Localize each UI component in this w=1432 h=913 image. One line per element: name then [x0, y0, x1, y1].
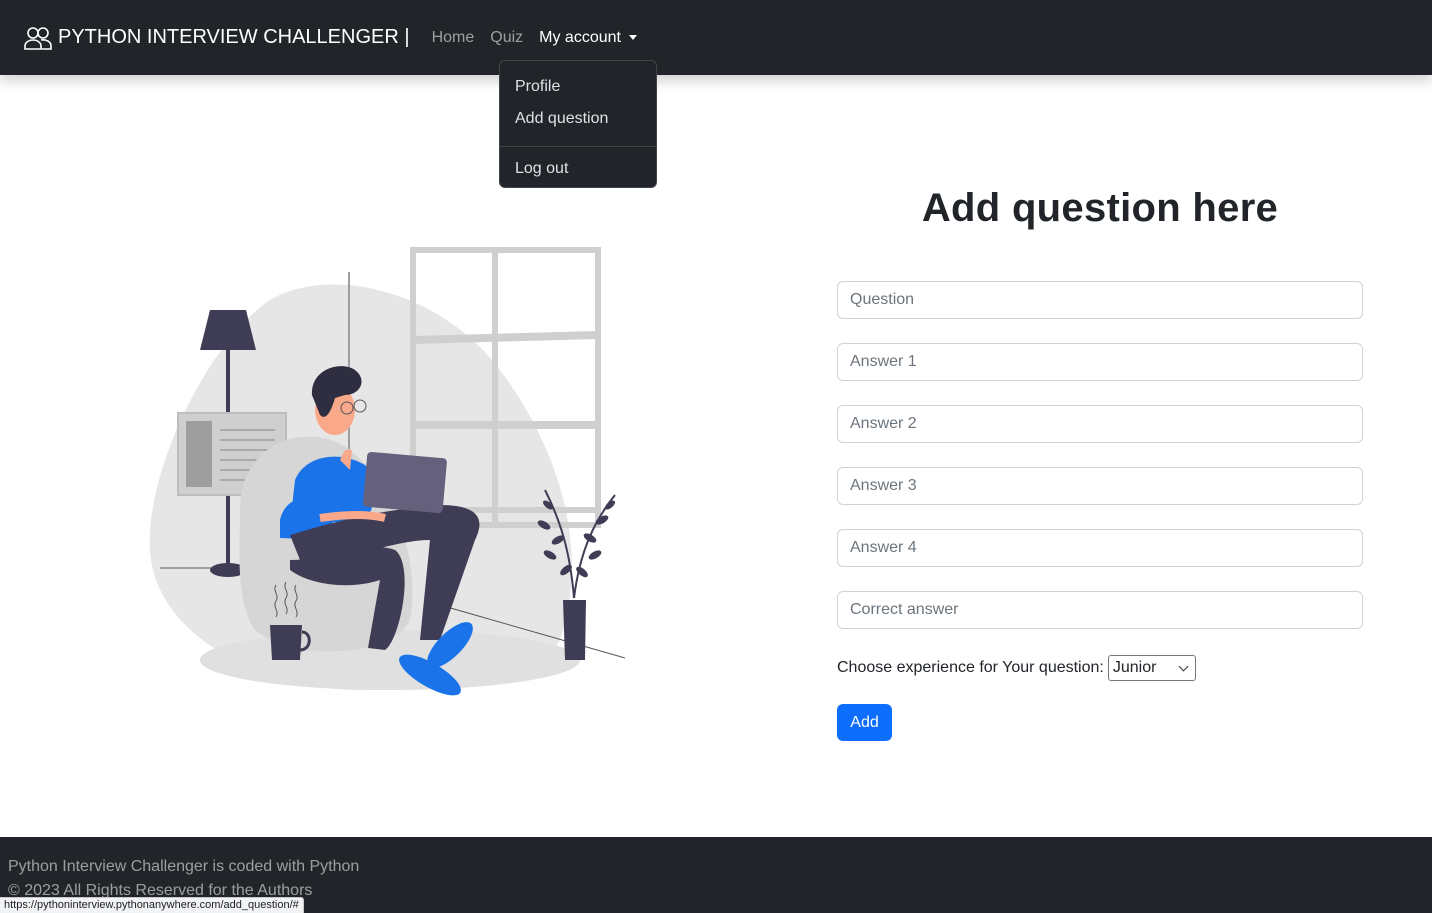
menu-item-log-out[interactable]: Log out: [500, 156, 656, 188]
experience-label: Choose experience for Your question:: [837, 659, 1104, 676]
answer-2-input[interactable]: [837, 405, 1363, 443]
add-button[interactable]: Add: [837, 704, 892, 741]
experience-selected-value: Junior: [1112, 659, 1157, 676]
top-navbar: PYTHON INTERVIEW CHALLENGER | Home Quiz …: [0, 0, 1432, 75]
menu-item-add-question[interactable]: Add question: [500, 106, 656, 138]
caret-down-icon: [628, 35, 637, 40]
brand[interactable]: PYTHON INTERVIEW CHALLENGER |: [24, 26, 410, 50]
footer-line-1: Python Interview Challenger is coded wit…: [8, 858, 360, 875]
nav-my-account-label: My account: [539, 28, 621, 46]
answer-3-input[interactable]: [837, 467, 1363, 505]
chevron-down-icon: [1178, 661, 1189, 671]
browser-status-url: https://pythoninterview.pythonanywhere.c…: [0, 897, 304, 913]
menu-divider: [500, 146, 656, 147]
experience-row: Choose experience for Your question: Jun…: [837, 655, 1363, 681]
question-input[interactable]: [837, 281, 1363, 319]
nav-quiz[interactable]: Quiz: [490, 29, 523, 47]
experience-select[interactable]: Junior: [1107, 655, 1196, 681]
person-with-laptop-illustration: [149, 247, 626, 696]
nav-home[interactable]: Home: [432, 29, 475, 47]
menu-item-profile[interactable]: Profile: [500, 74, 656, 106]
page-title: Add question here: [921, 186, 1279, 230]
people-icon: [24, 26, 52, 50]
correct-answer-input[interactable]: [837, 591, 1363, 629]
account-dropdown-menu: Profile Add question Log out: [499, 60, 657, 188]
brand-title: PYTHON INTERVIEW CHALLENGER |: [58, 26, 410, 48]
add-question-form: Add question here Choose experience for …: [837, 186, 1363, 741]
answer-1-input[interactable]: [837, 343, 1363, 381]
answer-4-input[interactable]: [837, 529, 1363, 567]
nav-my-account[interactable]: My account: [539, 29, 637, 47]
